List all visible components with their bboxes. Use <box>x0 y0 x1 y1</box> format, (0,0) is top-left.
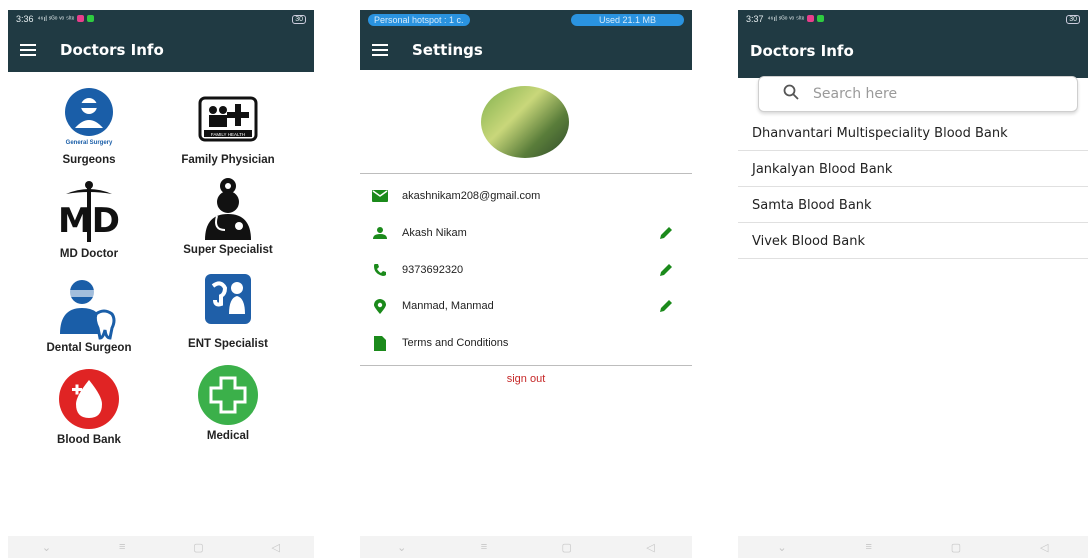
divider <box>360 173 692 174</box>
category-super-specialist[interactable]: Super Specialist <box>163 176 293 256</box>
search-icon <box>783 84 799 105</box>
category-label: MD Doctor <box>59 248 119 260</box>
nav-down-icon[interactable]: ⌄ <box>777 541 786 554</box>
nav-menu-icon[interactable]: ≡ <box>119 541 125 553</box>
page-title: Doctors Info <box>60 41 164 59</box>
person-icon <box>372 225 388 241</box>
nav-home-icon[interactable]: ▢ <box>562 541 572 554</box>
data-used-text: Used 21.1 MB <box>598 15 656 25</box>
battery-level: 30 <box>1069 15 1077 23</box>
status-signal: ⁴⁶ıl ˢᴳᵒ ᵛᵒ ⁵ˡᵗᵉ <box>37 15 75 23</box>
category-dental-surgeon[interactable]: Dental Surgeon <box>24 274 154 354</box>
general-surgery-icon: General Surgery <box>56 86 122 152</box>
email-row: akashnikam208@gmail.com <box>372 185 680 207</box>
list-item[interactable]: Dhanvantari Multispeciality Blood Bank <box>738 116 1088 151</box>
category-family-physician[interactable]: FAMILY HEALTH Family Physician <box>163 86 293 166</box>
data-used-pill: Used 21.1 MB <box>570 14 684 26</box>
family-health-icon: FAMILY HEALTH <box>195 86 261 152</box>
dental-surgeon-icon <box>56 274 122 340</box>
category-label: Dental Surgeon <box>46 342 132 354</box>
status-bar: 3:37 ⁴⁶ıl ˢᴳᵒ ᵛᵒ ⁵ˡᵗᵉ 30 <box>738 10 1088 28</box>
nav-back-icon[interactable]: ◁ <box>646 541 654 554</box>
sign-out-button[interactable]: sign out <box>360 373 692 385</box>
menu-icon[interactable] <box>20 44 36 56</box>
edit-name-icon[interactable] <box>658 225 674 244</box>
system-nav-bar: ⌄ ≡ ▢ ◁ <box>738 536 1088 558</box>
email-value: akashnikam208@gmail.com <box>402 190 541 202</box>
page-title: Doctors Info <box>750 42 854 60</box>
app-bar: Doctors Info <box>8 28 314 72</box>
battery-level: 30 <box>295 15 303 23</box>
phone-blood-bank-list: 3:37 ⁴⁶ıl ˢᴳᵒ ᵛᵒ ⁵ˡᵗᵉ 30 Doctors Info Se… <box>738 10 1088 558</box>
edit-location-icon[interactable] <box>658 298 674 317</box>
phone-row: 9373692320 <box>372 259 680 281</box>
location-pin-icon <box>372 298 388 314</box>
document-icon <box>372 335 388 351</box>
avatar[interactable] <box>481 86 569 158</box>
status-time: 3:37 <box>746 14 764 24</box>
md-caduceus-icon: MD <box>56 180 122 246</box>
category-label: Surgeons <box>62 154 116 166</box>
status-app-icons <box>77 14 94 24</box>
family-health-icon-text: FAMILY HEALTH <box>211 132 245 137</box>
medical-cross-icon <box>195 362 261 428</box>
system-nav-bar: ⌄ ≡ ▢ ◁ <box>360 536 692 558</box>
category-label: Medical <box>206 430 250 442</box>
terms-link[interactable]: Terms and Conditions <box>402 337 508 349</box>
status-bar: Personal hotspot : 1 c. Used 21.1 MB <box>360 10 692 30</box>
email-icon <box>372 188 388 204</box>
list-item[interactable]: Samta Blood Bank <box>738 188 1088 223</box>
name-row: Akash Nikam <box>372 222 680 244</box>
phone-doctors-grid: 3:36 ⁴⁶ıl ˢᴳᵒ ᵛᵒ ⁵ˡᵗᵉ 30 Doctors Info Ge… <box>8 10 314 558</box>
nav-home-icon[interactable]: ▢ <box>193 541 203 554</box>
general-surgery-icon-text: General Surgery <box>66 140 113 146</box>
nav-home-icon[interactable]: ▢ <box>951 541 961 554</box>
category-label: ENT Specialist <box>188 338 268 350</box>
nav-down-icon[interactable]: ⌄ <box>42 541 51 554</box>
search-input[interactable]: Search here <box>813 86 897 102</box>
category-ent-specialist[interactable]: ENT Specialist <box>163 270 293 350</box>
nav-menu-icon[interactable]: ≡ <box>481 541 487 553</box>
location-value: Manmad, Manmad <box>402 300 494 312</box>
category-surgeons[interactable]: General Surgery Surgeons <box>24 86 154 166</box>
category-medical[interactable]: Medical <box>163 362 293 442</box>
status-app-icons <box>807 14 824 24</box>
blood-drop-icon <box>56 366 122 432</box>
app-bar: Settings <box>360 30 692 70</box>
category-blood-bank[interactable]: Blood Bank <box>24 366 154 446</box>
location-row: Manmad, Manmad <box>372 295 680 317</box>
status-bar: 3:36 ⁴⁶ıl ˢᴳᵒ ᵛᵒ ⁵ˡᵗᵉ 30 <box>8 10 314 28</box>
divider <box>360 365 692 366</box>
status-time: 3:36 <box>16 14 34 24</box>
menu-icon[interactable] <box>372 44 388 56</box>
search-bar[interactable]: Search here <box>758 76 1078 112</box>
phone-value: 9373692320 <box>402 264 464 276</box>
nav-down-icon[interactable]: ⌄ <box>397 541 406 554</box>
category-label: Family Physician <box>181 154 275 166</box>
app-bar: Doctors Info <box>738 28 1088 78</box>
page-title: Settings <box>412 41 483 59</box>
battery-icon: 30 <box>292 14 306 24</box>
edit-phone-icon[interactable] <box>658 262 674 281</box>
battery-icon: 30 <box>1066 14 1080 24</box>
status-signal: ⁴⁶ıl ˢᴳᵒ ᵛᵒ ⁵ˡᵗᵉ <box>767 15 805 23</box>
hotspot-text: Personal hotspot : 1 c. <box>374 15 464 25</box>
phone-settings: Personal hotspot : 1 c. Used 21.1 MB Set… <box>360 10 692 558</box>
list-item[interactable]: Vivek Blood Bank <box>738 224 1088 259</box>
doctor-stethoscope-icon <box>195 176 261 242</box>
nav-back-icon[interactable]: ◁ <box>272 541 280 554</box>
ent-icon <box>195 270 261 336</box>
system-nav-bar: ⌄ ≡ ▢ ◁ <box>8 536 314 558</box>
category-md-doctor[interactable]: MD MD Doctor <box>24 180 154 260</box>
phone-icon <box>372 262 388 278</box>
hotspot-pill: Personal hotspot : 1 c. <box>368 14 470 26</box>
nav-back-icon[interactable]: ◁ <box>1040 541 1048 554</box>
terms-row[interactable]: Terms and Conditions <box>372 332 680 354</box>
nav-menu-icon[interactable]: ≡ <box>866 541 872 553</box>
name-value: Akash Nikam <box>402 227 467 239</box>
category-label: Blood Bank <box>57 434 121 446</box>
list-item[interactable]: Jankalyan Blood Bank <box>738 152 1088 187</box>
category-label: Super Specialist <box>183 244 273 256</box>
